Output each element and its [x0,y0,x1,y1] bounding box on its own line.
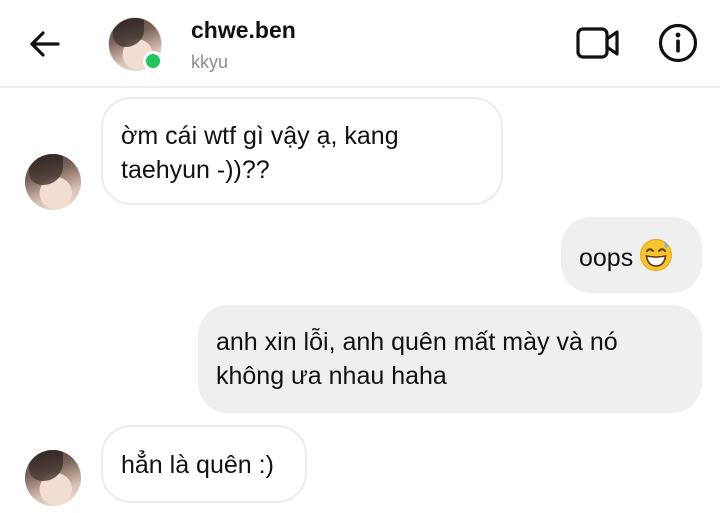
chat-header: chwe.ben kkyu [0,0,720,88]
contact-name[interactable]: chwe.ben [191,17,296,44]
message-bubble-outgoing[interactable]: oops [561,217,702,293]
back-button[interactable] [24,26,64,62]
message-text: oops [579,244,634,273]
message-text: anh xin lỗi, anh quên mất mày và nó khôn… [216,328,618,390]
info-button[interactable] [655,20,701,66]
back-arrow-icon [30,31,60,57]
message-bubble-incoming[interactable]: ờm cái wtf gì vậy ạ, kang taehyun -))?? [101,97,503,205]
video-call-button[interactable] [574,22,622,64]
online-status-dot [143,51,163,71]
message-bubble-outgoing[interactable]: anh xin lỗi, anh quên mất mày và nó khôn… [198,305,702,413]
message-text: ờm cái wtf gì vậy ạ, kang taehyun -))?? [121,122,399,184]
video-call-icon [576,27,619,59]
message-bubble-incoming[interactable]: hẳn là quên :) [101,425,307,503]
sender-avatar[interactable] [25,450,81,506]
header-avatar-button[interactable] [108,17,164,73]
grinning-face-with-sweat-emoji [639,238,673,281]
contact-username: kkyu [191,52,229,72]
info-icon [658,23,698,63]
message-text: hẳn là quên :) [121,451,274,479]
sender-avatar[interactable] [25,154,81,210]
